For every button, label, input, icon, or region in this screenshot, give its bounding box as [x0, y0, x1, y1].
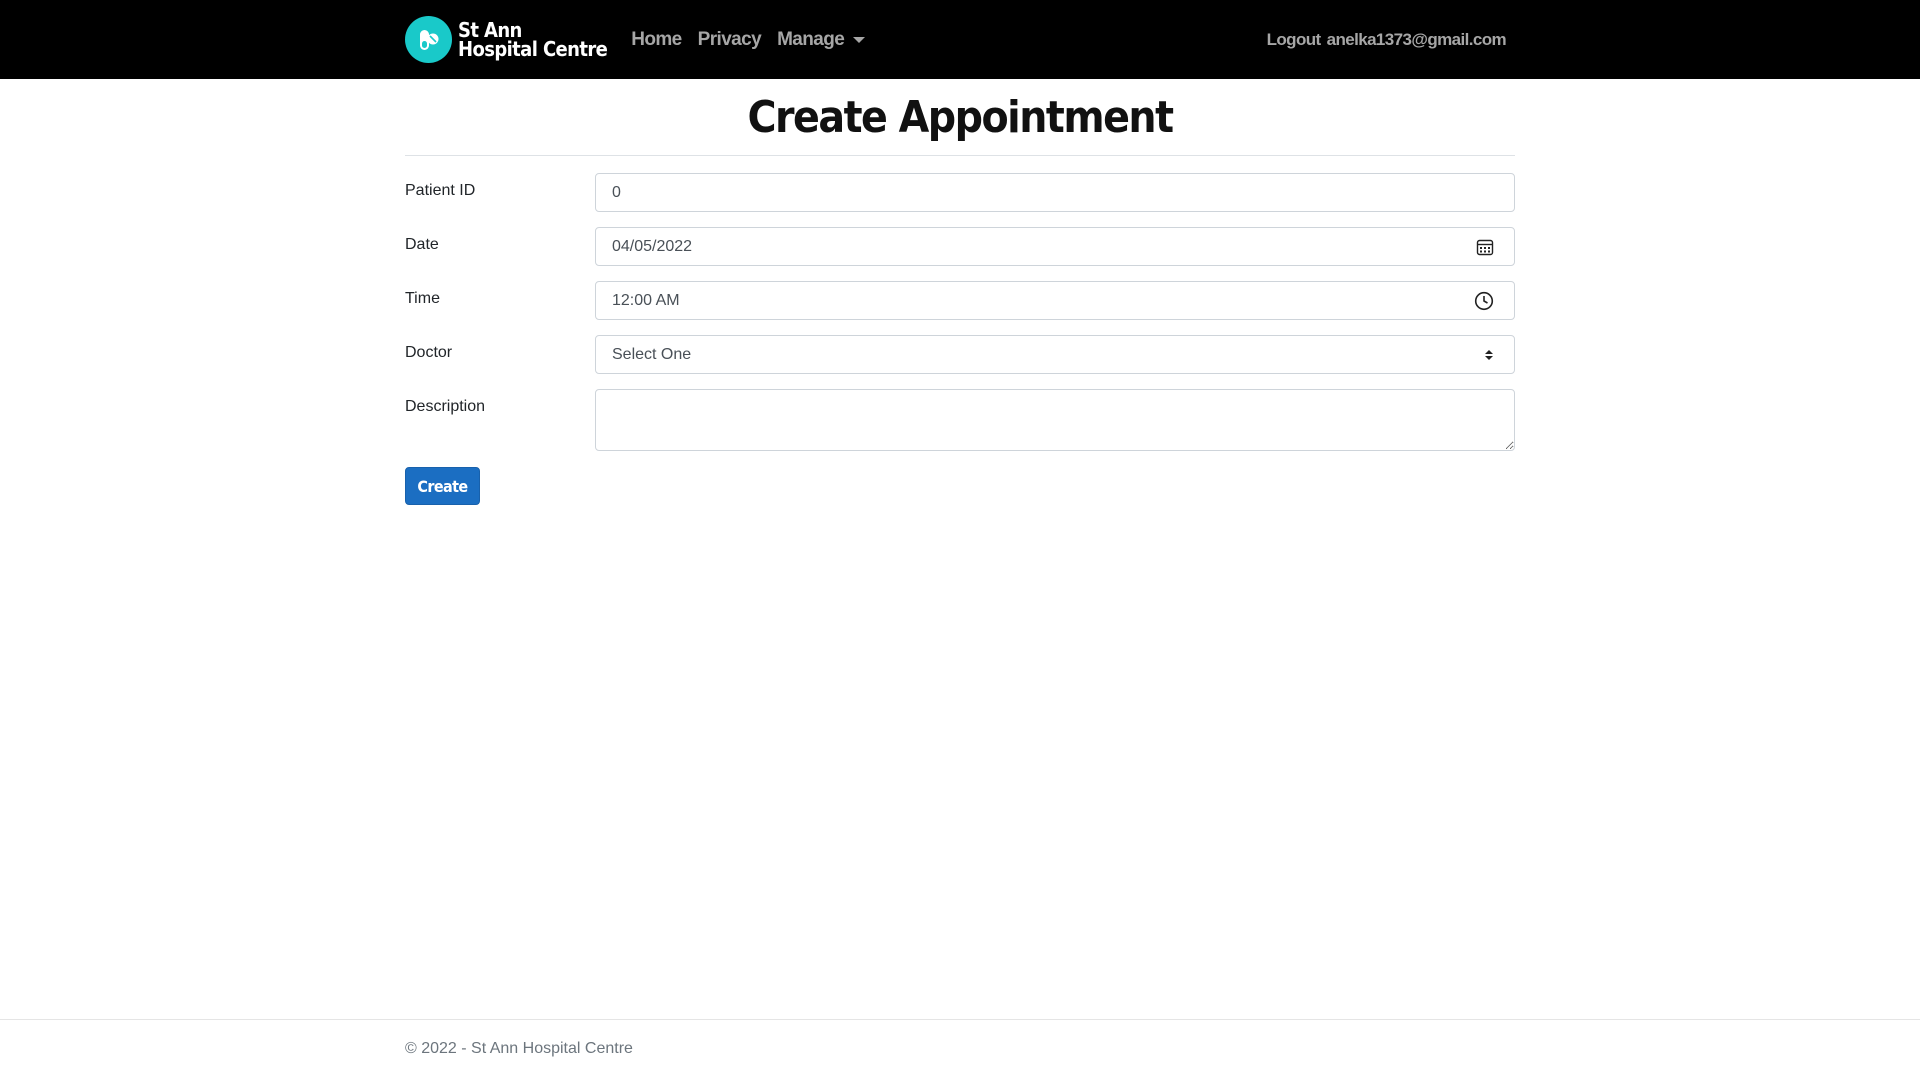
- footer-copyright: © 2022 - St Ann Hospital Centre: [405, 1040, 633, 1057]
- pill-logo-icon: [405, 16, 452, 63]
- doctor-select-value: Select One: [612, 345, 692, 363]
- doctor-row: Doctor Select One: [405, 335, 1515, 374]
- time-label: Time: [405, 290, 440, 307]
- description-row: Description: [405, 389, 1515, 451]
- time-input[interactable]: 12:00 AM: [595, 281, 1515, 320]
- nav-links: Home Privacy Manage: [631, 29, 881, 51]
- patient-id-input[interactable]: 0: [595, 173, 1515, 212]
- nav-home[interactable]: Home: [631, 29, 682, 51]
- patient-id-row: Patient ID 0: [405, 173, 1515, 212]
- nav-privacy[interactable]: Privacy: [698, 29, 762, 51]
- patient-id-value: 0: [612, 183, 621, 201]
- date-row: Date 04/05/2022: [405, 227, 1515, 266]
- time-value: 12:00 AM: [612, 291, 680, 309]
- brand-text: St Ann Hospital Centre: [458, 20, 608, 61]
- time-row: Time 12:00 AM: [405, 281, 1515, 320]
- patient-id-label: Patient ID: [405, 182, 476, 199]
- clock-icon[interactable]: [1474, 291, 1494, 311]
- date-input[interactable]: 04/05/2022: [595, 227, 1515, 266]
- nav-user-area: Logout anelka1373@gmail.com: [1267, 30, 1515, 50]
- brand-line2: Hospital Centre: [458, 36, 608, 61]
- calendar-icon[interactable]: [1476, 238, 1494, 256]
- create-button[interactable]: Create: [405, 467, 480, 505]
- page-title: Create Appointment: [747, 92, 1174, 143]
- logout-link[interactable]: Logout: [1267, 30, 1322, 50]
- nav-manage-dropdown[interactable]: Manage: [777, 28, 866, 51]
- date-label: Date: [405, 236, 439, 253]
- caret-down-icon: [853, 36, 866, 43]
- navbar: St Ann Hospital Centre Home Privacy Mana…: [0, 0, 1920, 79]
- user-email-link[interactable]: anelka1373@gmail.com: [1327, 30, 1507, 50]
- footer-divider: [0, 1019, 1920, 1020]
- description-textarea[interactable]: [595, 389, 1515, 451]
- brand-link[interactable]: St Ann Hospital Centre: [405, 16, 608, 63]
- navbar-container: St Ann Hospital Centre Home Privacy Mana…: [405, 0, 1515, 79]
- doctor-select[interactable]: Select One: [595, 335, 1515, 374]
- date-value: 04/05/2022: [612, 237, 693, 255]
- description-label: Description: [405, 398, 486, 415]
- select-arrows-icon: [1484, 348, 1494, 362]
- title-divider: [405, 155, 1515, 156]
- doctor-label: Doctor: [405, 344, 453, 361]
- nav-manage-label: Manage: [777, 28, 845, 50]
